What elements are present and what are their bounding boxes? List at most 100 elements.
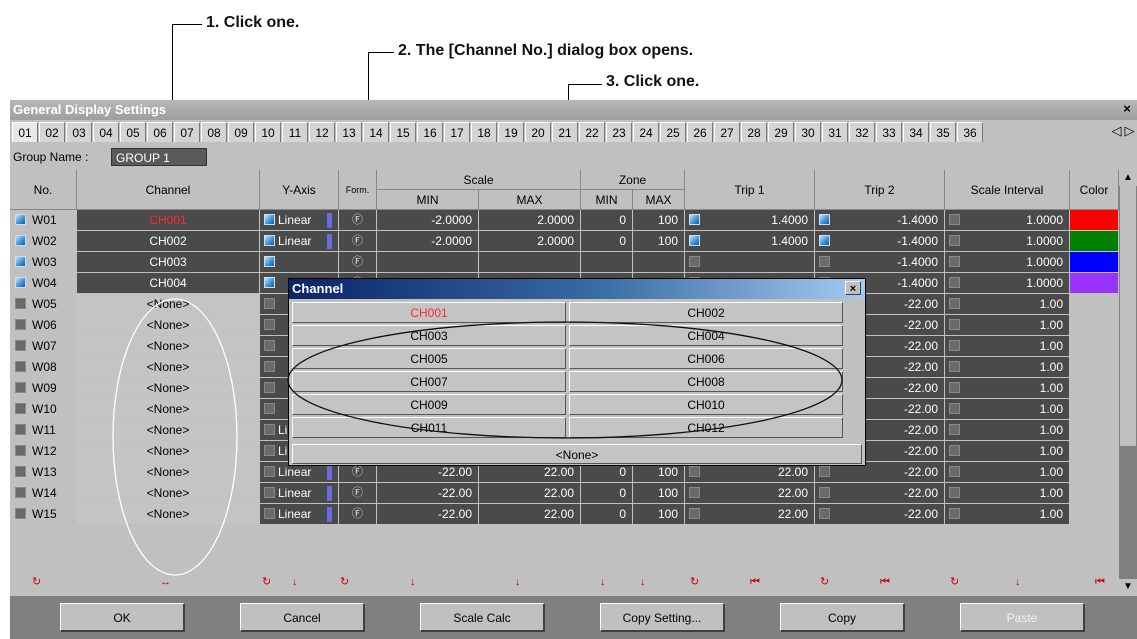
zone-min-cell[interactable]: 0 <box>581 483 633 504</box>
tab-27[interactable]: 27 <box>714 122 740 142</box>
scale-min-cell[interactable]: -22.00 <box>377 504 479 525</box>
yaxis-checkbox[interactable] <box>264 508 275 519</box>
scale-interval-cell[interactable]: 1.00 <box>945 462 1070 483</box>
yaxis-checkbox[interactable] <box>264 298 275 309</box>
channel-option-ch012[interactable]: CH012 <box>569 417 843 438</box>
scale-interval-cell[interactable]: 1.00 <box>945 420 1070 441</box>
tab-30[interactable]: 30 <box>795 122 821 142</box>
color-swatch[interactable] <box>1070 504 1119 525</box>
scale-max-cell[interactable]: 2.0000 <box>479 210 581 231</box>
scale-interval-cell[interactable]: 1.00 <box>945 504 1070 525</box>
channel-cell[interactable]: <None> <box>77 420 260 441</box>
footer-tool-icon[interactable]: ↻ <box>820 575 829 589</box>
scale-interval-checkbox[interactable] <box>949 256 960 267</box>
trip2-checkbox[interactable] <box>819 214 830 225</box>
format-icon[interactable]: Ⓕ <box>339 231 377 252</box>
tab-24[interactable]: 24 <box>633 122 659 142</box>
close-icon[interactable]: × <box>845 281 861 295</box>
tab-31[interactable]: 31 <box>822 122 848 142</box>
scale-interval-cell[interactable]: 1.00 <box>945 399 1070 420</box>
color-swatch[interactable] <box>1070 315 1119 336</box>
yaxis-checkbox[interactable] <box>264 445 275 456</box>
scroll-thumb[interactable] <box>1120 186 1136 446</box>
scale-interval-cell[interactable]: 1.0000 <box>945 231 1070 252</box>
scale-interval-cell[interactable]: 1.00 <box>945 294 1070 315</box>
row-enable-checkbox[interactable] <box>15 487 26 498</box>
channel-cell[interactable]: <None> <box>77 378 260 399</box>
tab-17[interactable]: 17 <box>444 122 470 142</box>
footer-tool-icon[interactable]: ⏮ <box>880 575 890 589</box>
yaxis-checkbox[interactable] <box>264 214 275 225</box>
trip1-checkbox[interactable] <box>689 214 700 225</box>
tab-03[interactable]: 03 <box>66 122 92 142</box>
row-enable-checkbox[interactable] <box>15 361 26 372</box>
tab-32[interactable]: 32 <box>849 122 875 142</box>
yaxis-cell[interactable]: Linear <box>260 504 339 525</box>
scale-interval-checkbox[interactable] <box>949 277 960 288</box>
scale-interval-cell[interactable]: 1.00 <box>945 315 1070 336</box>
tab-25[interactable]: 25 <box>660 122 686 142</box>
yaxis-checkbox[interactable] <box>264 487 275 498</box>
color-swatch[interactable] <box>1070 357 1119 378</box>
row-enable-checkbox[interactable] <box>15 214 26 225</box>
row-enable-checkbox[interactable] <box>15 382 26 393</box>
yaxis-checkbox[interactable] <box>264 340 275 351</box>
yaxis-checkbox[interactable] <box>264 256 275 267</box>
trip1-cell[interactable]: 22.00 <box>685 483 815 504</box>
ok-button[interactable]: OK <box>60 603 185 632</box>
scale-interval-checkbox[interactable] <box>949 487 960 498</box>
tab-02[interactable]: 02 <box>39 122 65 142</box>
trip2-checkbox[interactable] <box>819 235 830 246</box>
footer-tool-icon[interactable]: ↓ <box>1015 575 1021 589</box>
yaxis-cell[interactable]: Linear <box>260 483 339 504</box>
scale-interval-checkbox[interactable] <box>949 298 960 309</box>
color-swatch[interactable] <box>1070 273 1119 294</box>
tab-11[interactable]: 11 <box>282 122 308 142</box>
channel-cell[interactable]: <None> <box>77 462 260 483</box>
scale-interval-cell[interactable]: 1.00 <box>945 441 1070 462</box>
trip2-cell[interactable]: -22.00 <box>815 504 945 525</box>
color-swatch[interactable] <box>1070 399 1119 420</box>
channel-option-ch009[interactable]: CH009 <box>292 394 566 415</box>
color-swatch[interactable] <box>1070 294 1119 315</box>
color-swatch[interactable] <box>1070 231 1119 252</box>
trip2-cell[interactable]: -1.4000 <box>815 231 945 252</box>
tab-14[interactable]: 14 <box>363 122 389 142</box>
footer-tool-icon[interactable]: ↻ <box>262 575 271 589</box>
yaxis-checkbox[interactable] <box>264 277 275 288</box>
tab-09[interactable]: 09 <box>228 122 254 142</box>
channel-cell[interactable]: <None> <box>77 294 260 315</box>
scale-interval-cell[interactable]: 1.00 <box>945 378 1070 399</box>
color-swatch[interactable] <box>1070 252 1119 273</box>
footer-tool-icon[interactable]: ↓ <box>515 575 521 589</box>
scale-max-cell[interactable]: 22.00 <box>479 504 581 525</box>
trip1-cell[interactable] <box>685 252 815 273</box>
footer-tool-icon[interactable]: ⏮ <box>1095 575 1105 589</box>
scale-interval-checkbox[interactable] <box>949 403 960 414</box>
tab-13[interactable]: 13 <box>336 122 362 142</box>
yaxis-checkbox[interactable] <box>264 424 275 435</box>
trip2-checkbox[interactable] <box>819 256 830 267</box>
yaxis-cell[interactable]: Linear <box>260 210 339 231</box>
trip2-cell[interactable]: -22.00 <box>815 483 945 504</box>
yaxis-cell[interactable]: Linear <box>260 231 339 252</box>
channel-cell[interactable]: <None> <box>77 504 260 525</box>
color-swatch[interactable] <box>1070 483 1119 504</box>
scale-interval-checkbox[interactable] <box>949 508 960 519</box>
row-enable-checkbox[interactable] <box>15 319 26 330</box>
tab-15[interactable]: 15 <box>390 122 416 142</box>
scale-calc-button[interactable]: Scale Calc <box>420 603 545 632</box>
scale-interval-checkbox[interactable] <box>949 235 960 246</box>
close-icon[interactable]: × <box>1120 102 1134 116</box>
row-enable-checkbox[interactable] <box>15 235 26 246</box>
tab-35[interactable]: 35 <box>930 122 956 142</box>
trip1-checkbox[interactable] <box>689 235 700 246</box>
channel-cell[interactable]: <None> <box>77 483 260 504</box>
trip1-checkbox[interactable] <box>689 487 700 498</box>
color-swatch[interactable] <box>1070 441 1119 462</box>
scale-interval-checkbox[interactable] <box>949 319 960 330</box>
copy-button[interactable]: Copy <box>780 603 905 632</box>
footer-tool-icon[interactable]: ↓ <box>600 575 606 589</box>
scale-interval-cell[interactable]: 1.00 <box>945 483 1070 504</box>
footer-tool-icon[interactable]: ↻ <box>340 575 349 589</box>
